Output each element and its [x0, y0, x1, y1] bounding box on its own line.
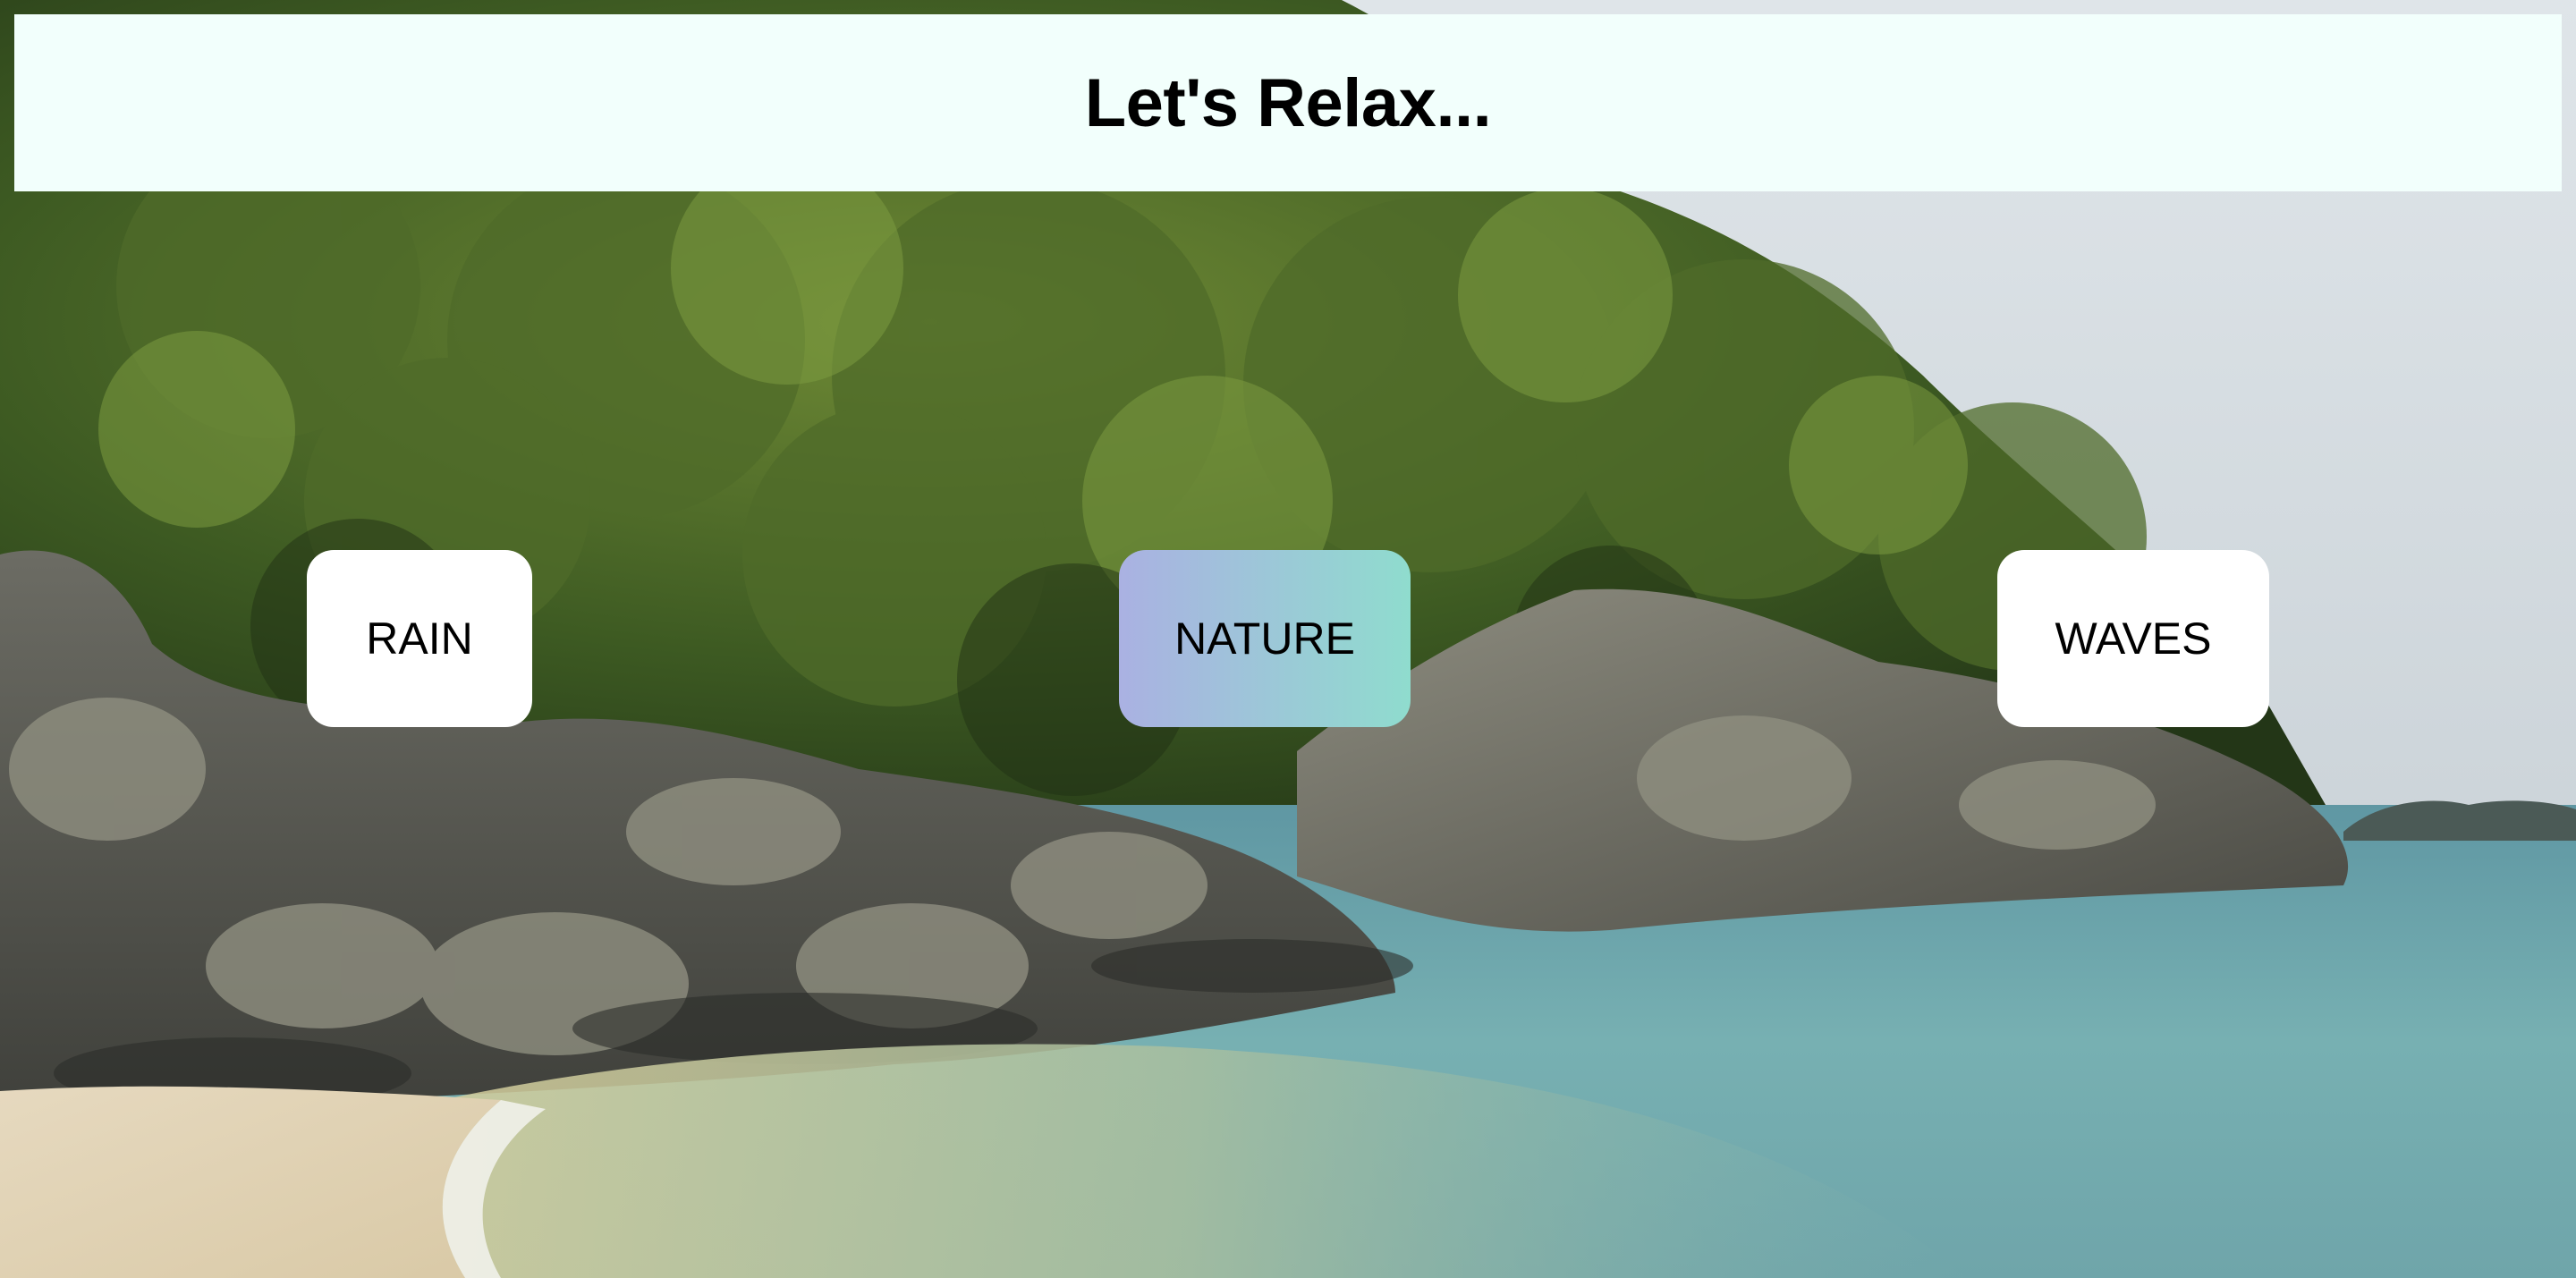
nature-button[interactable]: NATURE [1119, 550, 1411, 727]
rain-button-label: RAIN [366, 614, 473, 664]
waves-button[interactable]: WAVES [1997, 550, 2269, 727]
rain-button[interactable]: RAIN [307, 550, 532, 727]
header-bar: Let's Relax... [14, 14, 2562, 191]
waves-button-label: WAVES [2055, 614, 2212, 664]
nature-button-label: NATURE [1174, 614, 1355, 664]
app-root: Let's Relax... RAIN NATURE WAVES [0, 0, 2576, 1278]
page-title: Let's Relax... [1084, 64, 1492, 141]
